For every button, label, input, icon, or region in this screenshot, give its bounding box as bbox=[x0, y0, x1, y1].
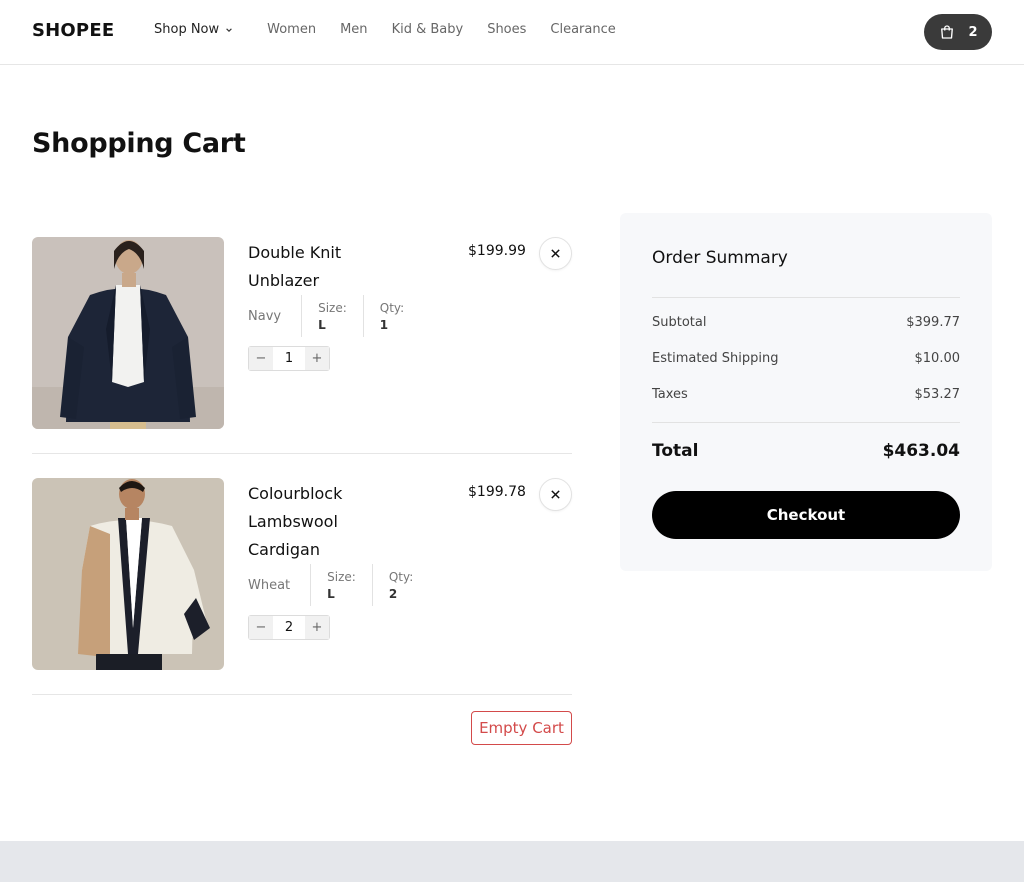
subtotal-row: Subtotal $399.77 bbox=[652, 315, 960, 330]
product-size: Size: L bbox=[301, 295, 363, 337]
size-label: Size: bbox=[327, 569, 356, 584]
page-title: Shopping Cart bbox=[32, 128, 246, 159]
total-value: $463.04 bbox=[882, 441, 960, 461]
qty-label: Qty: bbox=[379, 300, 405, 315]
empty-cart-button[interactable]: Empty Cart bbox=[471, 711, 572, 745]
divider bbox=[652, 297, 960, 298]
taxes-label: Taxes bbox=[652, 387, 688, 402]
decrement-button[interactable]: − bbox=[249, 616, 273, 639]
divider bbox=[652, 422, 960, 423]
product-name[interactable]: Double Knit Unblazer bbox=[248, 239, 378, 295]
nav-shop-now[interactable]: Shop Now bbox=[154, 22, 233, 37]
order-summary-title: Order Summary bbox=[652, 248, 788, 268]
product-image[interactable] bbox=[32, 478, 224, 670]
nav-men[interactable]: Men bbox=[340, 22, 367, 37]
product-color: Navy bbox=[248, 295, 301, 337]
product-attributes: Wheat Size: L Qty: 2 bbox=[248, 564, 429, 606]
product-color: Wheat bbox=[248, 564, 310, 606]
total-row: Total $463.04 bbox=[652, 441, 960, 461]
remove-item-button[interactable] bbox=[539, 478, 572, 511]
divider bbox=[32, 453, 572, 454]
size-label: Size: bbox=[318, 300, 347, 315]
nav-kid-baby[interactable]: Kid & Baby bbox=[392, 22, 464, 37]
product-image[interactable] bbox=[32, 237, 224, 429]
remove-item-button[interactable] bbox=[539, 237, 572, 270]
order-summary: Order Summary Subtotal $399.77 Estimated… bbox=[620, 213, 992, 571]
size-value: L bbox=[318, 317, 326, 332]
subtotal-value: $399.77 bbox=[906, 315, 960, 330]
product-qty: Qty: 1 bbox=[362, 295, 420, 337]
product-price: $199.99 bbox=[468, 243, 526, 259]
qty-value: 2 bbox=[388, 586, 398, 601]
color-value: Wheat bbox=[248, 577, 291, 593]
product-size: Size: L bbox=[310, 564, 372, 606]
close-icon bbox=[551, 249, 560, 258]
decrement-button[interactable]: − bbox=[249, 347, 273, 370]
nav-clearance[interactable]: Clearance bbox=[550, 22, 615, 37]
shipping-row: Estimated Shipping $10.00 bbox=[652, 351, 960, 366]
footer bbox=[0, 841, 1024, 882]
site-header: SHOPEE Shop Now Women Men Kid & Baby Sho… bbox=[0, 0, 1024, 65]
size-value: L bbox=[327, 586, 335, 601]
quantity-stepper: − 1 + bbox=[248, 346, 330, 371]
cart-button[interactable]: 2 bbox=[924, 14, 992, 50]
product-price: $199.78 bbox=[468, 484, 526, 500]
increment-button[interactable]: + bbox=[305, 347, 329, 370]
main-nav: Shop Now Women Men Kid & Baby Shoes Clea… bbox=[154, 22, 640, 37]
cart-item: Double Knit Unblazer $199.99 Navy Size: … bbox=[32, 237, 572, 429]
chevron-down-icon bbox=[226, 27, 232, 32]
nav-women[interactable]: Women bbox=[267, 22, 316, 37]
logo[interactable]: SHOPEE bbox=[32, 20, 114, 41]
qty-label: Qty: bbox=[388, 569, 414, 584]
subtotal-label: Subtotal bbox=[652, 315, 707, 330]
color-value: Navy bbox=[248, 308, 282, 324]
shopping-bag-icon bbox=[941, 25, 954, 39]
divider bbox=[32, 694, 572, 695]
shipping-value: $10.00 bbox=[914, 351, 961, 366]
nav-shoes[interactable]: Shoes bbox=[487, 22, 526, 37]
cart-item: Colourblock Lambswool Cardigan $199.78 W… bbox=[32, 478, 572, 670]
qty-value: 1 bbox=[379, 317, 389, 332]
shipping-label: Estimated Shipping bbox=[652, 351, 779, 366]
nav-shop-now-label: Shop Now bbox=[154, 22, 220, 37]
quantity-input[interactable]: 1 bbox=[273, 351, 305, 366]
cart-count: 2 bbox=[968, 24, 978, 40]
quantity-input[interactable]: 2 bbox=[273, 620, 305, 635]
product-attributes: Navy Size: L Qty: 1 bbox=[248, 295, 420, 337]
taxes-value: $53.27 bbox=[914, 387, 961, 402]
quantity-stepper: − 2 + bbox=[248, 615, 330, 640]
taxes-row: Taxes $53.27 bbox=[652, 387, 960, 402]
product-qty: Qty: 2 bbox=[371, 564, 429, 606]
product-name[interactable]: Colourblock Lambswool Cardigan bbox=[248, 480, 378, 564]
checkout-button[interactable]: Checkout bbox=[652, 491, 960, 539]
close-icon bbox=[551, 490, 560, 499]
increment-button[interactable]: + bbox=[305, 616, 329, 639]
total-label: Total bbox=[652, 441, 699, 461]
